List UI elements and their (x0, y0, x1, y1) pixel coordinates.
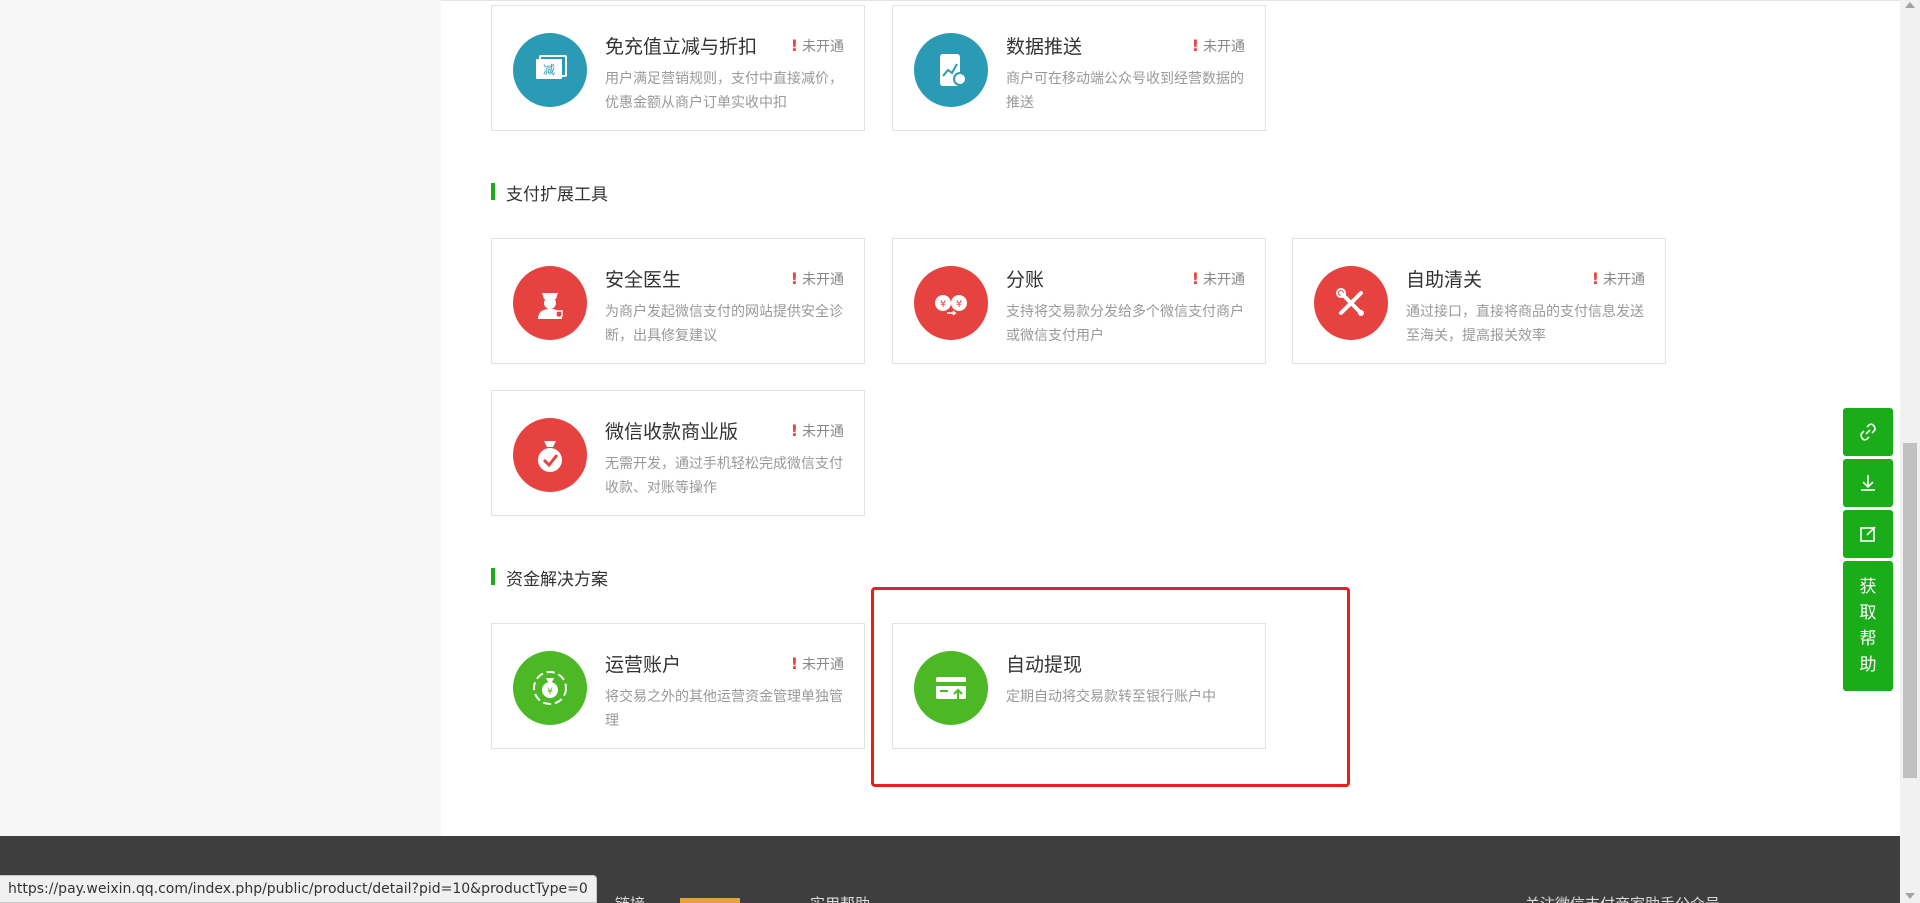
card-title: 分账 (1006, 269, 1045, 291)
download-icon (1861, 475, 1875, 491)
product-card-discount[interactable]: 减 免充值立减与折扣 ! 未开通 用户满足营销规则，支付中直接减价，优惠金额从商户… (491, 5, 865, 131)
page: 减 免充值立减与折扣 ! 未开通 用户满足营销规则，支付中直接减价，优惠金额从商户… (0, 0, 1920, 903)
status-bar-url: https://pay.weixin.qq.com/index.php/publ… (0, 875, 597, 903)
card-title: 自助清关 (1406, 269, 1483, 291)
card-description: 用户满足营销规则，支付中直接减价，优惠金额从商户订单实收中扣 (605, 71, 843, 111)
product-card-operating-account[interactable]: ¥ 运营账户 ! 未开通 将交易之外的其他运营资金管理单独管理 (491, 623, 865, 749)
help-label-char: 取 (1859, 603, 1877, 623)
product-card-split-account[interactable]: ¥ ¥ 分账 ! 未开通 支持将交易款分发给多个微信支付商户或微信支付用户 (892, 238, 1266, 364)
product-card-security-doctor[interactable]: 安全医生 ! 未开通 为商户发起微信支付的网站提供安全诊断，出具修复建议 (491, 238, 865, 364)
scroll-down-arrow-icon[interactable] (1905, 893, 1915, 899)
phone-chart-icon (914, 33, 988, 107)
doctor-icon (513, 266, 587, 340)
product-card-data-push[interactable]: 数据推送 ! 未开通 商户可在移动端公众号收到经营数据的推送 (892, 5, 1266, 131)
money-bag-check-icon (513, 418, 587, 492)
link-button[interactable] (1843, 408, 1893, 456)
help-label-char: 帮 (1859, 629, 1877, 649)
card-title: 微信收款商业版 (605, 421, 739, 443)
get-help-button[interactable]: 获 取 帮 助 (1843, 561, 1893, 691)
side-toolbar: 获 取 帮 助 (1843, 408, 1893, 691)
footer-accent-bar (680, 898, 740, 903)
svg-text:¥: ¥ (940, 299, 946, 310)
card-title: 数据推送 (1006, 36, 1083, 58)
svg-text:减: 减 (543, 63, 555, 77)
status-badge: ! 未开通 (790, 654, 844, 673)
scrollbar-thumb[interactable] (1903, 443, 1917, 778)
card-description: 为商户发起微信支付的网站提供安全诊断，出具修复建议 (605, 304, 843, 344)
edit-icon (1860, 526, 1876, 542)
card-description: 支持将交易款分发给多个微信支付商户或微信支付用户 (1006, 304, 1244, 344)
tools-icon (1314, 266, 1388, 340)
status-badge: ! 未开通 (1591, 269, 1645, 288)
footer-link-col1[interactable]: 链接 (615, 893, 645, 903)
status-badge: ! 未开通 (1191, 36, 1245, 55)
money-bag-cycle-icon: ¥ (513, 651, 587, 725)
status-badge: ! 未开通 (790, 269, 844, 288)
card-title: 安全医生 (605, 269, 682, 291)
help-label-char: 获 (1859, 577, 1877, 597)
help-label-char: 助 (1859, 655, 1877, 675)
svg-text:¥: ¥ (547, 687, 553, 697)
product-card-wechat-pro[interactable]: 微信收款商业版 ! 未开通 无需开发，通过手机轻松完成微信支付收款、对账等操作 (491, 390, 865, 516)
card-title: 运营账户 (605, 654, 682, 676)
ticket-icon: 减 (513, 33, 587, 107)
card-description: 将交易之外的其他运营资金管理单独管理 (605, 689, 843, 729)
divider (441, 0, 1900, 1)
footer-link-col2[interactable]: 实用帮助 (810, 893, 870, 903)
section-title-funds: 资金解决方案 (491, 565, 608, 590)
download-button[interactable] (1843, 459, 1893, 507)
scroll-up-arrow-icon[interactable] (1905, 2, 1915, 8)
card-title: 免充值立减与折扣 (605, 36, 758, 58)
edit-button[interactable] (1843, 510, 1893, 558)
card-description: 无需开发，通过手机轻松完成微信支付收款、对账等操作 (605, 456, 843, 496)
footer-link-col3[interactable]: 关注微信支付商家助手公众号 (1525, 893, 1720, 903)
yen-transfer-icon: ¥ ¥ (914, 266, 988, 340)
link-icon (1860, 423, 1876, 441)
status-badge: ! 未开通 (790, 36, 844, 55)
section-title-payment-tools: 支付扩展工具 (491, 180, 608, 205)
svg-text:¥: ¥ (956, 299, 962, 310)
card-description: 商户可在移动端公众号收到经营数据的推送 (1006, 71, 1244, 111)
highlight-annotation-box (871, 587, 1350, 787)
product-card-customs[interactable]: 自助清关 ! 未开通 通过接口，直接将商品的支付信息发送至海关，提高报关效率 (1292, 238, 1666, 364)
status-badge: ! 未开通 (790, 421, 844, 440)
left-sidebar-area (0, 0, 441, 836)
card-description: 通过接口，直接将商品的支付信息发送至海关，提高报关效率 (1406, 304, 1644, 344)
status-badge: ! 未开通 (1191, 269, 1245, 288)
